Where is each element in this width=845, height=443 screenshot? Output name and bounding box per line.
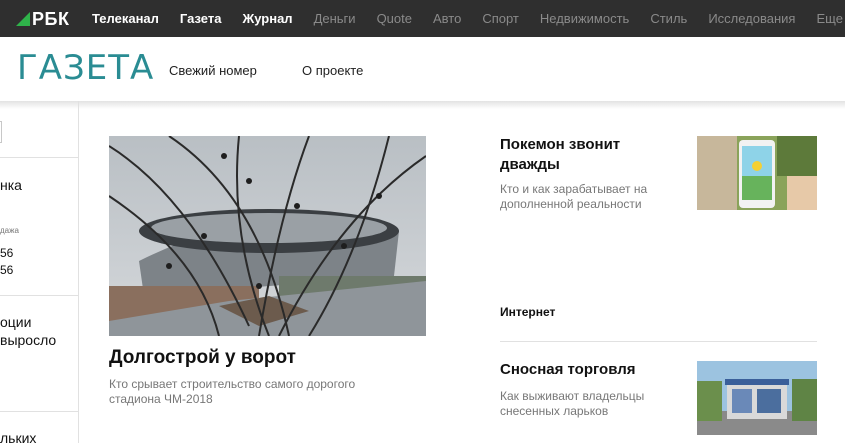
nav-link-stil[interactable]: Стиль bbox=[650, 0, 687, 37]
card-headline[interactable]: Сносная торговля bbox=[500, 360, 670, 380]
nav-link-nedvizhimost[interactable]: Недвижимость bbox=[540, 0, 629, 37]
card-lead: Как выживают владельцы снесенных ларьков bbox=[500, 389, 645, 418]
card-headline[interactable]: Покемон звонит дважды bbox=[500, 135, 670, 175]
rubric-label[interactable]: Интернет bbox=[500, 305, 555, 319]
left-sidebar: нка дажа 56 56 оции выросло льких bbox=[0, 101, 79, 443]
sidebar-item-text[interactable]: нка bbox=[0, 177, 22, 193]
nav-link-dengi[interactable]: Деньги bbox=[314, 0, 356, 37]
sidebar-divider bbox=[0, 157, 78, 158]
card-lead: Кто и как зарабатывает на дополненной ре… bbox=[500, 182, 648, 211]
feature-photo-stadium[interactable] bbox=[109, 136, 426, 336]
sidebar-input[interactable] bbox=[0, 121, 2, 143]
section-header: ГАЗЕТА Свежий номер О проекте bbox=[0, 37, 845, 101]
sidebar-item-text[interactable]: выросло bbox=[0, 332, 56, 348]
nav-link-zhurnal[interactable]: Журнал bbox=[242, 0, 292, 37]
nav-link-telekanal[interactable]: Телеканал bbox=[92, 0, 159, 37]
sidebar-small-label: дажа bbox=[0, 226, 19, 235]
nav-link-eshche[interactable]: Еще bbox=[816, 0, 842, 37]
link-latest-issue[interactable]: Свежий номер bbox=[169, 63, 257, 78]
feature-lead: Кто срывает строительство самого дорогог… bbox=[109, 377, 356, 406]
header-shadow bbox=[0, 101, 845, 109]
nav-link-quote[interactable]: Quote bbox=[377, 0, 412, 37]
sidebar-value: 56 bbox=[0, 263, 14, 277]
top-nav-links: Телеканал Газета Журнал Деньги Quote Авт… bbox=[92, 0, 845, 37]
sidebar-item-text[interactable]: оции bbox=[0, 314, 31, 330]
nav-link-gazeta[interactable]: Газета bbox=[180, 0, 222, 37]
feature-headline[interactable]: Долгострой у ворот bbox=[109, 347, 296, 369]
card-thumbnail-kiosk[interactable] bbox=[697, 361, 817, 435]
sidebar-value: 56 bbox=[0, 246, 14, 260]
sidebar-divider bbox=[0, 411, 78, 412]
top-navigation-bar: РБК Телеканал Газета Журнал Деньги Quote… bbox=[0, 0, 845, 37]
nav-link-issledovaniya[interactable]: Исследования bbox=[708, 0, 795, 37]
nav-link-avto[interactable]: Авто bbox=[433, 0, 461, 37]
section-title[interactable]: ГАЗЕТА bbox=[17, 48, 154, 88]
card-thumbnail-pokemon[interactable] bbox=[697, 136, 817, 210]
link-about-project[interactable]: О проекте bbox=[302, 63, 363, 78]
right-divider bbox=[500, 341, 817, 342]
sidebar-divider bbox=[0, 295, 78, 296]
rbc-logo-icon bbox=[16, 12, 30, 26]
rbc-logo-text: РБК bbox=[32, 9, 70, 29]
sidebar-item-text[interactable]: льких bbox=[0, 430, 36, 443]
rbc-logo[interactable]: РБК bbox=[16, 10, 69, 28]
nav-link-sport[interactable]: Спорт bbox=[482, 0, 519, 37]
